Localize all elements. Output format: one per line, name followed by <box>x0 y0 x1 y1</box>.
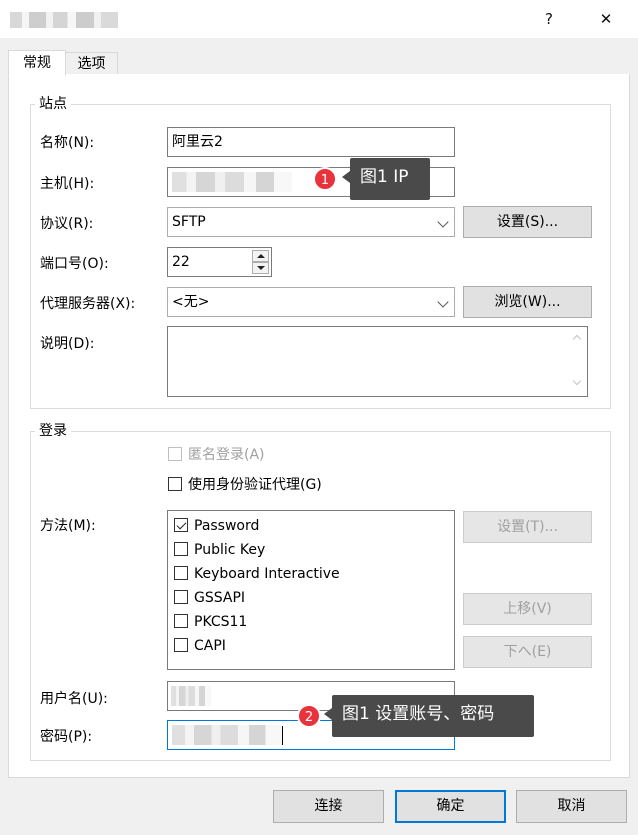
method-item-label: CAPI <box>194 638 226 654</box>
chevron-down-icon <box>437 296 449 308</box>
proxy-select-value: <无> <box>172 294 210 310</box>
method-checkbox[interactable] <box>174 542 188 556</box>
proxy-label: 代理服务器(X): <box>40 296 136 312</box>
password-value-blurred <box>172 725 282 745</box>
annotation-callout-1: 图1 IP <box>342 158 430 200</box>
username-label: 用户名(U): <box>40 691 108 707</box>
help-button[interactable]: ? <box>534 4 564 34</box>
protocol-label: 协议(R): <box>40 216 94 232</box>
ok-button[interactable]: 确定 <box>395 790 506 823</box>
description-textarea[interactable] <box>167 326 588 397</box>
name-field[interactable]: 阿里云2 <box>167 127 455 157</box>
method-list[interactable]: Password Public Key Keyboard Interactive… <box>167 510 455 670</box>
method-item-label: Password <box>194 518 260 534</box>
proxy-browse-button[interactable]: 浏览(W)... <box>463 286 592 318</box>
chevron-down-icon <box>437 216 449 228</box>
method-label: 方法(M): <box>40 518 96 534</box>
window-title-blurred <box>10 12 130 28</box>
arrow-up-icon <box>257 254 265 258</box>
tab-options[interactable]: 选项 <box>65 52 118 75</box>
tab-general[interactable]: 常规 <box>8 50 66 76</box>
description-scrollbar[interactable] <box>570 327 587 396</box>
move-down-button[interactable]: 下へ(E) <box>463 636 592 668</box>
auth-agent-label: 使用身份验证代理(G) <box>188 477 322 493</box>
proxy-select[interactable]: <无> <box>167 287 455 317</box>
close-button[interactable]: ✕ <box>591 4 621 34</box>
scroll-down-icon[interactable] <box>572 376 582 386</box>
port-increment-button[interactable] <box>252 250 269 262</box>
port-value: 22 <box>172 254 190 270</box>
method-item-label: GSSAPI <box>194 590 246 606</box>
anonymous-login-checkbox[interactable] <box>168 447 182 461</box>
arrow-down-icon <box>257 266 265 270</box>
move-up-button[interactable]: 上移(V) <box>463 593 592 625</box>
method-item-label: Keyboard Interactive <box>194 566 340 582</box>
port-label: 端口号(O): <box>40 256 109 272</box>
password-label: 密码(P): <box>40 729 93 745</box>
method-checkbox[interactable] <box>174 638 188 652</box>
method-checkbox[interactable] <box>174 518 188 532</box>
host-value-blurred <box>172 172 292 192</box>
protocol-select-value: SFTP <box>172 214 206 230</box>
annotation-callout-2: 图1 设置账号、密码 <box>324 695 534 737</box>
username-value-blurred <box>171 686 211 706</box>
login-group-title: 登录 <box>35 423 71 439</box>
cancel-button[interactable]: 取消 <box>516 790 627 823</box>
port-decrement-button[interactable] <box>252 262 269 274</box>
name-label: 名称(N): <box>40 135 95 151</box>
connect-button[interactable]: 连接 <box>273 790 384 823</box>
anonymous-login-label: 匿名登录(A) <box>188 447 265 463</box>
method-item-label: Public Key <box>194 542 266 558</box>
method-checkbox[interactable] <box>174 614 188 628</box>
host-label: 主机(H): <box>40 176 95 192</box>
protocol-settings-button[interactable]: 设置(S)... <box>463 206 592 238</box>
scroll-up-icon[interactable] <box>572 334 582 344</box>
port-stepper[interactable]: 22 <box>167 247 272 277</box>
annotation-badge-2: 2 <box>297 704 321 728</box>
method-checkbox[interactable] <box>174 566 188 580</box>
text-cursor <box>282 726 283 745</box>
site-group-title: 站点 <box>35 96 71 112</box>
method-checkbox[interactable] <box>174 590 188 604</box>
auth-agent-checkbox[interactable] <box>168 477 182 491</box>
method-settings-button[interactable]: 设置(T)... <box>463 511 592 543</box>
method-item-label: PKCS11 <box>194 614 248 630</box>
name-field-value: 阿里云2 <box>172 134 223 150</box>
description-label: 说明(D): <box>40 336 95 352</box>
annotation-badge-1: 1 <box>313 167 337 191</box>
protocol-select[interactable]: SFTP <box>167 207 455 237</box>
